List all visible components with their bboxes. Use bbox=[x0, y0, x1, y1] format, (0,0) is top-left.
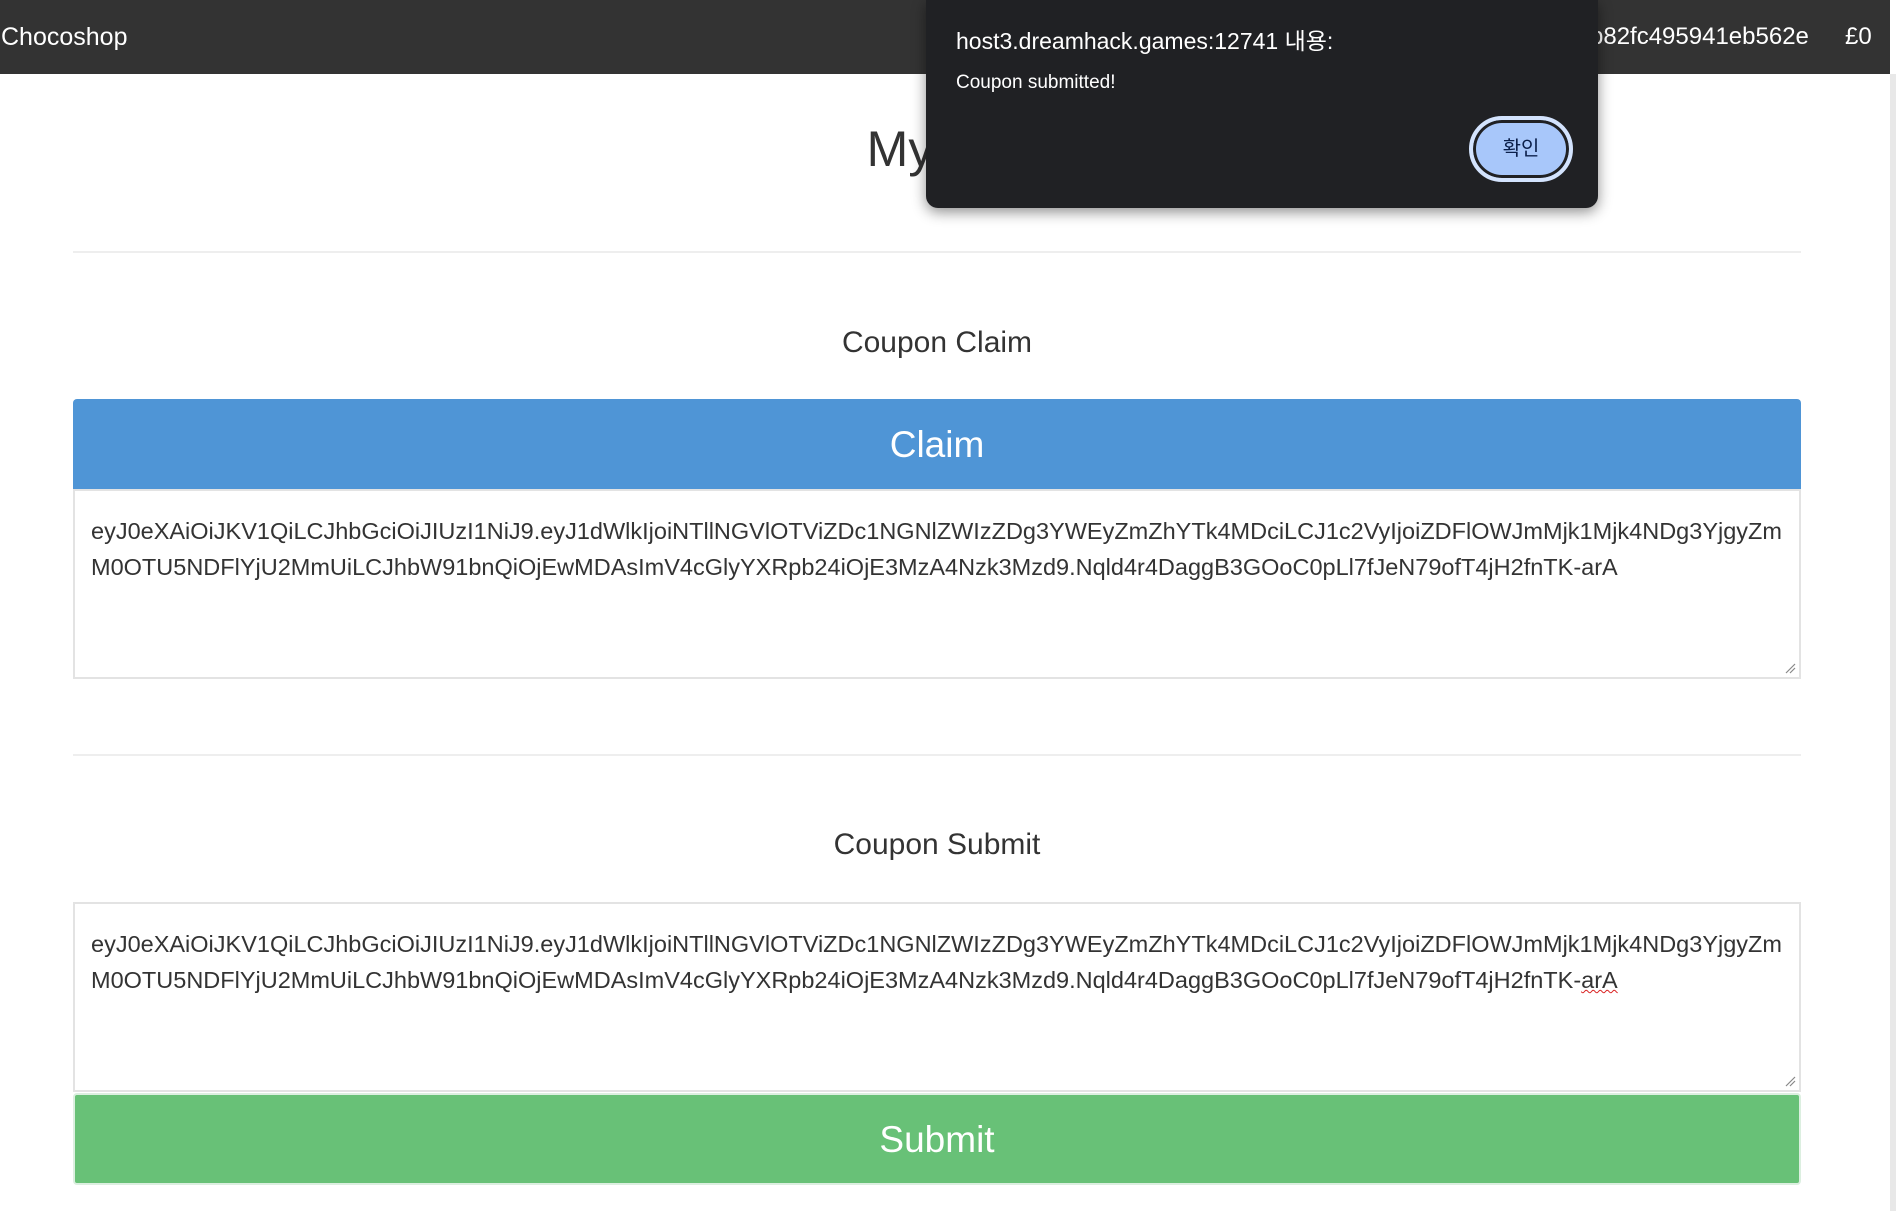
claim-token-text: eyJ0eXAiOiJKV1QiLCJhbGciOiJIUzI1NiJ9.eyJ… bbox=[91, 518, 1782, 580]
submit-token-text: eyJ0eXAiOiJKV1QiLCJhbGciOiJIUzI1NiJ9.eyJ… bbox=[91, 931, 1782, 993]
coupon-claim-heading: Coupon Claim bbox=[841, 326, 1033, 359]
page-scrollbar[interactable] bbox=[1890, 74, 1896, 1211]
claim-button[interactable]: Claim bbox=[73, 399, 1801, 489]
spellcheck-marked-text: arA bbox=[1581, 967, 1618, 993]
divider bbox=[73, 251, 1801, 253]
resize-handle-icon[interactable] bbox=[1784, 1075, 1796, 1087]
dialog-message: Coupon submitted! bbox=[956, 72, 1116, 93]
submit-button[interactable]: Submit bbox=[73, 1093, 1801, 1185]
claim-token-textarea[interactable]: eyJ0eXAiOiJKV1QiLCJhbGciOiJIUzI1NiJ9.eyJ… bbox=[73, 489, 1801, 679]
dialog-origin-text: host3.dreamhack.games:12741 내용: bbox=[956, 28, 1334, 54]
alert-dialog: host3.dreamhack.games:12741 내용: Coupon s… bbox=[926, 0, 1598, 208]
resize-handle-icon[interactable] bbox=[1784, 662, 1796, 674]
divider bbox=[73, 754, 1801, 756]
brand-link[interactable]: Chocoshop bbox=[1, 0, 127, 74]
balance-display: £0 bbox=[1845, 23, 1872, 50]
submit-token-textarea[interactable]: eyJ0eXAiOiJKV1QiLCJhbGciOiJIUzI1NiJ9.eyJ… bbox=[73, 902, 1801, 1092]
user-id-link[interactable]: b82fc495941eb562e bbox=[1590, 0, 1809, 74]
coupon-submit-heading: Coupon Submit bbox=[833, 828, 1041, 861]
dialog-ok-button[interactable]: 확인 bbox=[1469, 116, 1573, 182]
